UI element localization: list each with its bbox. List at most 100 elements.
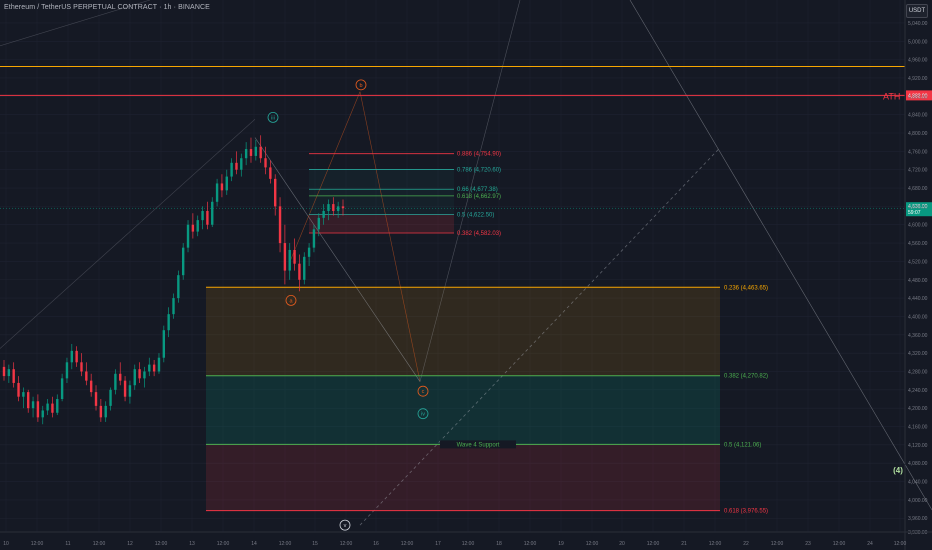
fib-level-label: 0.5 (4,121.06): [724, 442, 761, 448]
symbol-title: Ethereum / TetherUS PERPETUAL CONTRACT ·…: [4, 4, 210, 11]
x-tick-label: 12:00: [647, 541, 660, 547]
y-tick-label: 4,600.00: [908, 223, 928, 229]
candle-body: [85, 371, 88, 381]
x-tick-label: 13: [189, 541, 195, 547]
y-tick-label: 5,000.00: [908, 39, 928, 45]
candle-body: [152, 364, 156, 372]
candle-body: [36, 401, 40, 418]
y-tick-label: 4,280.00: [908, 369, 928, 375]
candle-body: [56, 399, 59, 413]
candle-body: [278, 206, 282, 244]
candle-body: [327, 204, 330, 211]
candle-body: [2, 366, 6, 377]
x-tick-label: 24: [867, 541, 873, 547]
price-chart[interactable]: ATH 4,882.000.886 (4,754.90)0.786 (4,720.…: [0, 0, 932, 550]
x-tick-label: 12:00: [217, 541, 230, 547]
candle-body: [186, 224, 190, 248]
x-tick-label: 18: [496, 541, 502, 547]
x-tick-label: 23: [805, 541, 811, 547]
candle-body: [240, 158, 243, 170]
candle-body: [177, 275, 180, 299]
candle-body: [215, 183, 219, 202]
x-tick-label: 15: [312, 541, 318, 547]
x-tick-label: 12:00: [524, 541, 537, 547]
wave-label-4: (4): [893, 466, 903, 475]
y-tick-label: 4,200.00: [908, 406, 928, 412]
x-tick-label: 17: [435, 541, 441, 547]
candle-body: [80, 362, 83, 372]
chart-window[interactable]: ATH 4,882.00 0.886 (4,754.90) 0.786 (4,720.…: [0, 0, 932, 550]
wave-label-b: b: [359, 83, 362, 89]
candle-body: [298, 263, 301, 280]
candle-body: [317, 217, 320, 230]
candle-body: [109, 389, 112, 406]
x-tick-label: 11: [65, 541, 70, 547]
y-tick-label: 4,240.00: [908, 388, 928, 394]
candle-body: [322, 210, 325, 218]
candle-body: [206, 210, 209, 225]
y-tick-label: 4,120.00: [908, 443, 928, 449]
candle-body: [220, 183, 224, 191]
x-tick-label: 12:00: [833, 541, 846, 547]
x-tick-label: 19: [558, 541, 564, 547]
x-tick-label: 12:00: [709, 541, 722, 547]
candle-body: [119, 373, 122, 381]
x-tick-label: 10: [3, 541, 9, 547]
fib-level-label: 0.886 (4,754.90): [457, 152, 501, 158]
y-tick-label: 4,680.00: [908, 186, 928, 192]
fib-zone: [206, 444, 720, 511]
wave4-support-label: Wave 4 Support: [457, 442, 500, 448]
candle-body: [249, 149, 253, 156]
candle-body: [162, 330, 166, 358]
candle-body: [235, 162, 238, 170]
candle-body: [99, 405, 103, 418]
candle-body: [27, 392, 30, 409]
x-tick-label: 20: [619, 541, 625, 547]
x-tick-label: 16: [373, 541, 379, 547]
candle-body: [41, 410, 44, 418]
currency-badge[interactable]: USDT: [906, 4, 928, 18]
candle-body: [46, 403, 49, 411]
wave-label-v: v: [344, 523, 347, 529]
fib-level-label: 0.618 (3,976.55): [724, 509, 768, 515]
candle-body: [70, 350, 73, 363]
y-tick-label: 4,000.00: [908, 498, 928, 504]
candle-body: [31, 401, 35, 409]
candle-body: [181, 247, 185, 276]
candle-body: [196, 220, 199, 232]
candle-body: [225, 176, 228, 191]
x-tick-label: 12:00: [462, 541, 475, 547]
candle-body: [148, 364, 151, 372]
y-tick-label: 4,160.00: [908, 425, 928, 431]
x-tick-label: 12: [127, 541, 133, 547]
x-tick-label: 12:00: [771, 541, 784, 547]
candle-body: [230, 162, 233, 177]
y-tick-label: 4,040.00: [908, 480, 928, 486]
x-tick-label: 12:00: [93, 541, 106, 547]
candle-body: [332, 204, 335, 211]
candle-body: [283, 243, 287, 271]
y-tick-label: 4,840.00: [908, 113, 928, 119]
y-tick-label: 4,560.00: [908, 241, 928, 247]
y-tick-label: 4,760.00: [908, 149, 928, 155]
y-tick-label: 4,520.00: [908, 259, 928, 265]
x-tick-label: 14: [251, 541, 257, 547]
fib-level-label: 0.5 (4,622.50): [457, 212, 494, 218]
wave-label-c: c: [422, 389, 425, 395]
candle-body: [167, 314, 170, 331]
x-tick-label: 12:00: [155, 541, 168, 547]
candle-body: [51, 403, 54, 413]
countdown-label: 59:07: [908, 210, 921, 216]
y-tick-label: 3,930.00: [908, 530, 928, 536]
wave-label-iii: iii: [271, 115, 275, 121]
y-tick-label: 5,040.00: [908, 21, 928, 27]
candle-body: [264, 158, 267, 168]
candle-body: [293, 249, 296, 264]
y-tick-label: 4,720.00: [908, 168, 928, 174]
candle-body: [60, 378, 64, 399]
x-tick-label: 22: [743, 541, 749, 547]
x-tick-label: 12:00: [279, 541, 292, 547]
candle-body: [143, 371, 146, 379]
candle-body: [303, 256, 306, 280]
candle-body: [269, 167, 272, 179]
